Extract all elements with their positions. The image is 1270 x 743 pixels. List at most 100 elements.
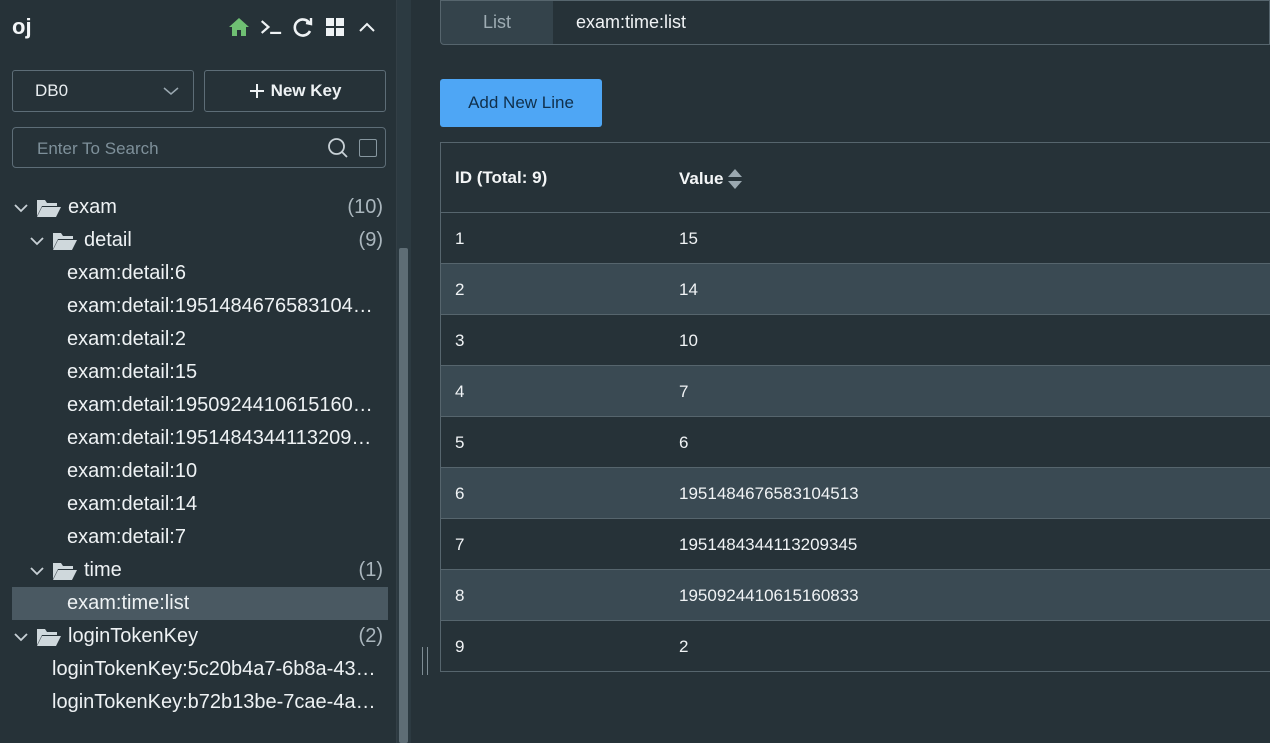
key-type-tag: List	[440, 0, 554, 45]
folder-open-icon	[37, 199, 61, 217]
tree-key[interactable]: exam:detail:1951484676583104…	[12, 290, 388, 323]
table-row[interactable]: 2 14	[441, 264, 1270, 315]
column-header-value[interactable]: Value	[679, 168, 743, 190]
search-box	[12, 127, 386, 168]
tree-item-count: (1)	[358, 559, 383, 581]
table-row[interactable]: 6 1951484676583104513	[441, 468, 1270, 519]
column-header-id: ID (Total: 9)	[455, 168, 548, 187]
cell-id: 5	[455, 433, 465, 452]
connection-name: oj	[12, 14, 32, 39]
chevron-down-icon[interactable]	[30, 236, 44, 246]
tree-item-label: exam:detail:7	[67, 526, 186, 548]
new-key-button[interactable]: New Key	[204, 70, 386, 112]
cell-value: 15	[679, 229, 698, 248]
table-row[interactable]: 3 10	[441, 315, 1270, 366]
tree-key[interactable]: exam:detail:10	[12, 455, 388, 488]
tree-key[interactable]: exam:detail:15	[12, 356, 388, 389]
tree-item-label: loginTokenKey	[68, 625, 199, 647]
tree-key[interactable]: exam:detail:1950924410615160…	[12, 389, 388, 422]
tree-item-label: exam:detail:1950924410615160…	[67, 394, 373, 416]
db-select[interactable]: DB0	[12, 70, 194, 112]
table-header: ID (Total: 9) Value	[441, 143, 1270, 213]
cell-id: 7	[455, 535, 465, 554]
table-row[interactable]: 7 1951484344113209345	[441, 519, 1270, 570]
chevron-down-icon[interactable]	[14, 632, 28, 642]
tree-item-label: exam:detail:1951484344113209…	[67, 427, 372, 449]
exact-search-checkbox[interactable]	[359, 139, 377, 157]
scrollbar-thumb[interactable]	[399, 248, 408, 743]
cell-value: 10	[679, 331, 698, 350]
tree-key[interactable]: exam:detail:6	[12, 257, 388, 290]
add-new-line-button[interactable]: Add New Line	[440, 79, 602, 127]
cell-value: 1950924410615160833	[679, 586, 859, 605]
tree-item-label: time	[84, 559, 122, 581]
tree-item-count: (10)	[347, 196, 383, 218]
tree-key[interactable]: exam:time:list	[12, 587, 388, 620]
connection-toolbar	[228, 14, 378, 40]
search-input[interactable]	[35, 136, 319, 162]
terminal-icon[interactable]	[260, 16, 282, 38]
key-name-input[interactable]	[553, 0, 1270, 45]
cell-id: 6	[455, 484, 465, 503]
table-row[interactable]: 1 15	[441, 213, 1270, 264]
tree-key[interactable]: exam:detail:1951484344113209…	[12, 422, 388, 455]
tree-item-label: exam:detail:14	[67, 493, 198, 515]
sidebar: oj DB0 New Key exam (10) detail (9) exam:det…	[0, 0, 396, 743]
refresh-icon[interactable]	[292, 16, 314, 38]
resize-handle[interactable]	[422, 647, 428, 675]
tree-key[interactable]: loginTokenKey:5c20b4a7-6b8a-43…	[12, 653, 388, 686]
list-table: ID (Total: 9) Value 1 15 2 14 3 10 4 7 5 6 6 195148…	[440, 142, 1270, 672]
table-row[interactable]: 56	[441, 417, 1270, 468]
cell-id: 4	[455, 382, 465, 401]
tree-item-label: exam:time:list	[67, 592, 190, 614]
cell-value: 2	[679, 637, 689, 656]
tree-item-label: exam:detail:6	[67, 262, 186, 284]
cell-value: 1951484676583104513	[679, 484, 859, 503]
table-row[interactable]: 8 1950924410615160833	[441, 570, 1270, 621]
tree-item-label: exam:detail:15	[67, 361, 198, 383]
tree-item-label: exam	[68, 196, 117, 218]
chevron-down-icon[interactable]	[30, 566, 44, 576]
grid-icon[interactable]	[324, 16, 346, 38]
cell-value: 1951484344113209345	[679, 535, 858, 554]
new-key-label: New Key	[270, 81, 342, 100]
home-icon[interactable]	[228, 16, 250, 38]
plus-icon	[249, 84, 264, 98]
cell-id: 9	[455, 637, 465, 656]
chevron-up-icon[interactable]	[356, 16, 378, 38]
tree-key[interactable]: exam:detail:7	[12, 521, 388, 554]
tree-folder[interactable]: exam (10)	[12, 191, 388, 224]
tree-folder[interactable]: time (1)	[12, 554, 388, 587]
tree-item-count: (2)	[358, 625, 383, 647]
sidebar-scrollbar[interactable]	[396, 0, 411, 743]
tree-folder[interactable]: detail (9)	[12, 224, 388, 257]
chevron-down-icon[interactable]	[14, 203, 28, 213]
cell-value: 7	[679, 382, 689, 401]
tree-item-count: (9)	[358, 229, 383, 251]
tree-item-label: loginTokenKey:b72b13be-7cae-4a…	[52, 691, 376, 713]
folder-open-icon	[53, 232, 77, 250]
chevron-down-icon	[163, 87, 179, 95]
tree-folder[interactable]: loginTokenKey (2)	[12, 620, 388, 653]
tree-item-label: exam:detail:2	[67, 328, 186, 350]
table-row[interactable]: 47	[441, 366, 1270, 417]
cell-id: 8	[455, 586, 465, 605]
cell-id: 1	[455, 229, 465, 248]
sort-icon[interactable]	[727, 168, 743, 190]
tree-item-label: exam:detail:1951484676583104…	[67, 295, 373, 317]
tree-key[interactable]: exam:detail:14	[12, 488, 388, 521]
db-select-value: DB0	[35, 81, 69, 100]
tree-item-label: exam:detail:10	[67, 460, 198, 482]
cell-id: 2	[455, 280, 465, 299]
tree-key[interactable]: loginTokenKey:b72b13be-7cae-4a…	[12, 686, 388, 719]
column-header-value-label: Value	[679, 169, 724, 188]
cell-value: 6	[679, 433, 689, 452]
folder-open-icon	[53, 562, 77, 580]
cell-id: 3	[455, 331, 465, 350]
tree-key[interactable]: exam:detail:2	[12, 323, 388, 356]
search-icon[interactable]	[327, 137, 349, 159]
tree-item-label: detail	[84, 229, 132, 251]
folder-open-icon	[37, 628, 61, 646]
table-row[interactable]: 92	[441, 621, 1270, 672]
tree-item-label: loginTokenKey:5c20b4a7-6b8a-43…	[52, 658, 376, 680]
